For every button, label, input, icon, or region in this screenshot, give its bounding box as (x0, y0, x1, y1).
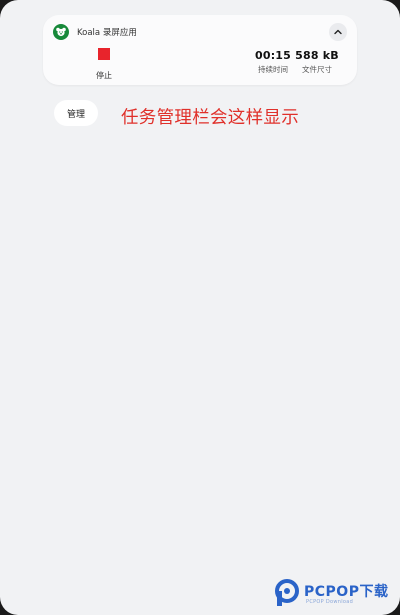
chevron-up-icon (334, 29, 342, 35)
koala-app-icon (53, 24, 69, 40)
stop-button[interactable]: 停止 (93, 48, 115, 82)
pcpop-watermark: PCPOP下载 PCPOP Download (274, 577, 400, 611)
notification-shade: Koala 录屏应用 停止 00:15 持续时间 588 kB 文件尺寸 管理 … (0, 0, 400, 615)
watermark-subtext: PCPOP Download (306, 599, 354, 605)
watermark-brand: PCPOP下载 (304, 584, 389, 600)
duration-stat: 00:15 持续时间 (254, 49, 292, 75)
duration-value: 00:15 (254, 49, 291, 62)
file-size-label: 文件尺寸 (302, 65, 332, 74)
collapse-button[interactable] (329, 23, 347, 41)
stop-icon (98, 48, 110, 60)
pcpop-logo-icon (275, 579, 299, 606)
stop-label: 停止 (96, 71, 112, 80)
duration-label: 持续时间 (258, 65, 288, 74)
screen-recorder-notification[interactable]: Koala 录屏应用 停止 00:15 持续时间 588 kB 文件尺寸 (43, 15, 357, 85)
annotation-text: 任务管理栏会这样显示 (121, 108, 299, 128)
manage-button[interactable]: 管理 (54, 100, 98, 126)
app-name: Koala 录屏应用 (77, 28, 137, 38)
file-size-stat: 588 kB 文件尺寸 (295, 49, 339, 75)
file-size-value: 588 kB (295, 49, 339, 62)
